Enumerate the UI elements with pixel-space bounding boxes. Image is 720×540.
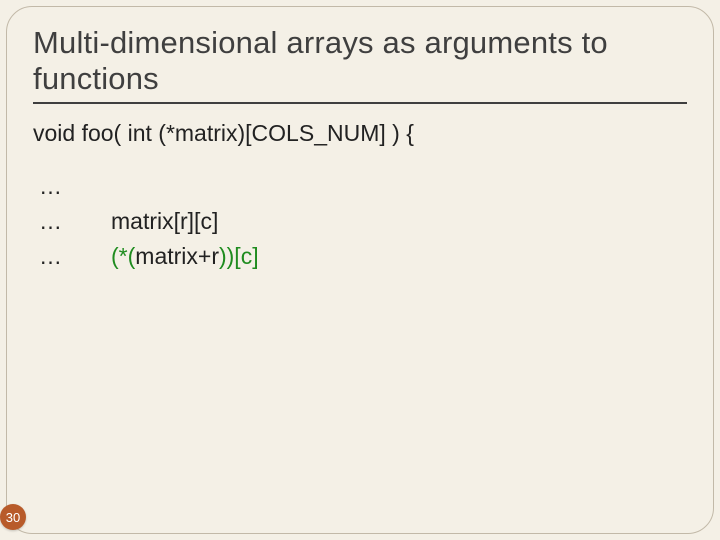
ellipsis: … <box>33 206 111 237</box>
ellipsis: … <box>33 171 111 202</box>
code-row: … (*(matrix+r))[c] <box>33 241 687 272</box>
code-row: … matrix[r][c] <box>33 206 687 237</box>
page-number-badge: 30 <box>0 504 26 530</box>
slide-title: Multi-dimensional arrays as arguments to… <box>33 25 687 96</box>
code-expression: (*(matrix+r))[c] <box>111 241 259 272</box>
code-declaration: void foo( int (*matrix)[COLS_NUM] ) { <box>33 118 687 149</box>
code-paren-open: (*( <box>111 243 135 269</box>
title-underline <box>33 102 687 104</box>
code-row: … <box>33 171 687 202</box>
slide-body: void foo( int (*matrix)[COLS_NUM] ) { … … <box>33 118 687 272</box>
code-expression: matrix[r][c] <box>111 206 218 237</box>
slide-frame: Multi-dimensional arrays as arguments to… <box>6 6 714 534</box>
code-inner: matrix+r <box>135 243 219 269</box>
code-paren-close: ))[c] <box>219 243 259 269</box>
ellipsis: … <box>33 241 111 272</box>
